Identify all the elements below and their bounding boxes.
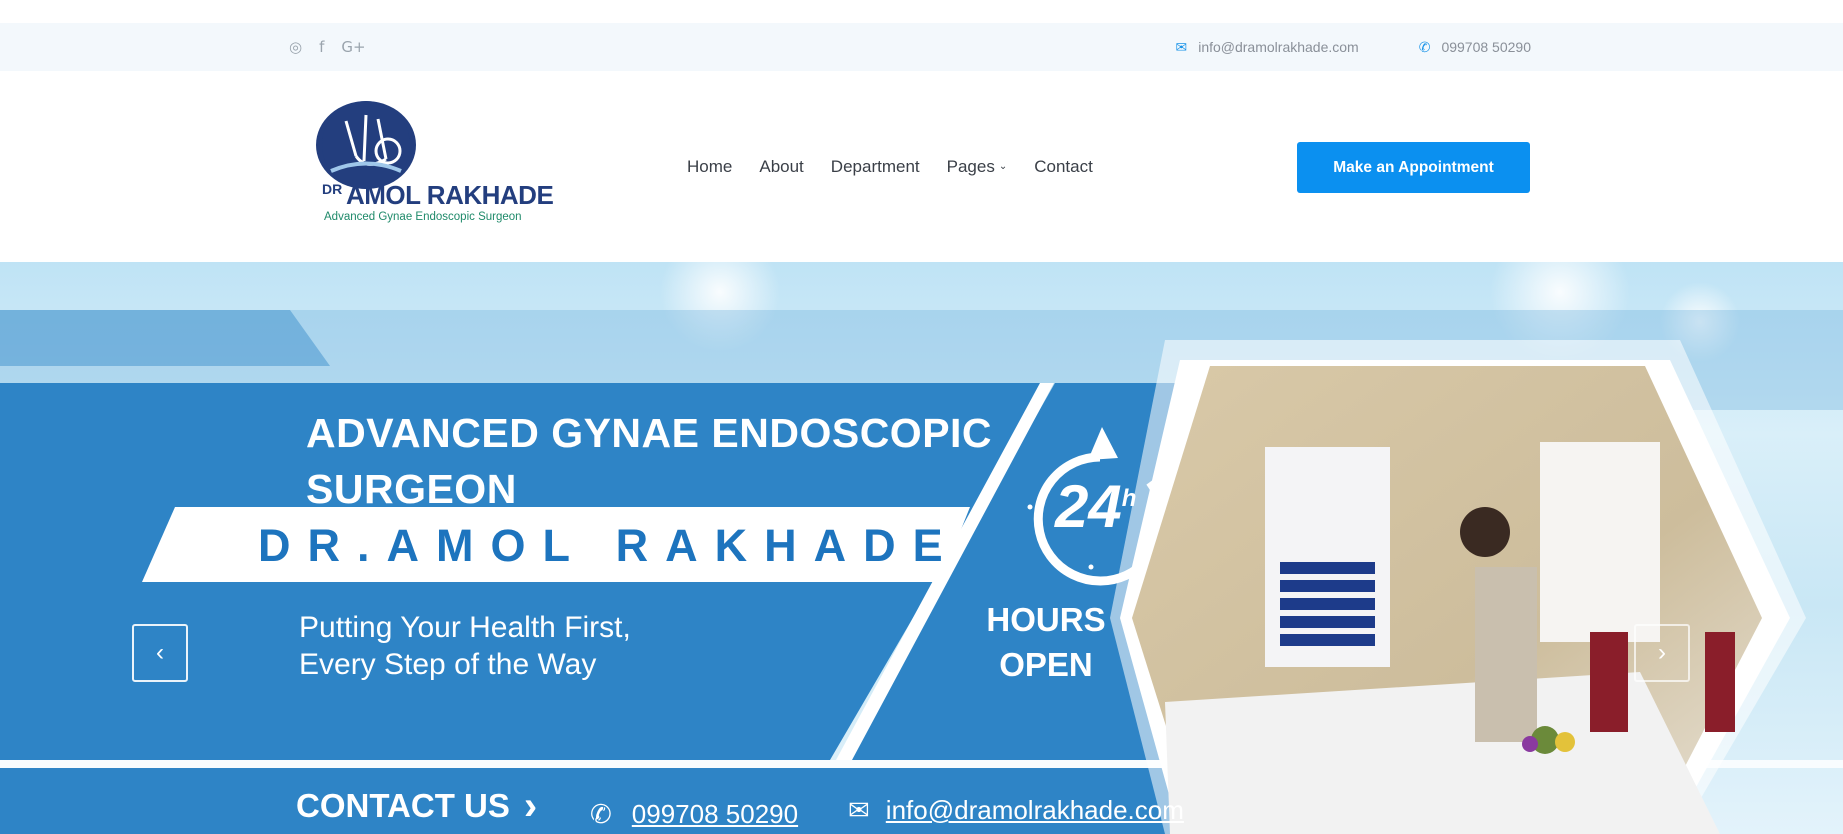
hero-doctor-name: DR.AMOL RAKHADE — [258, 520, 960, 571]
site-header: DR AMOL RAKHADE Advanced Gynae Endoscopi… — [0, 71, 1843, 262]
hero-tagline: Putting Your Health First, Every Step of… — [299, 609, 631, 683]
top-contact-info: ✉ info@dramolrakhade.com ✆ 099708 50290 — [1175, 23, 1531, 71]
hero-banner: ADVANCED GYNAE ENDOSCOPIC SURGEON DR.AMO… — [0, 262, 1843, 834]
envelope-icon: ✉ — [848, 795, 870, 825]
chevron-right-icon: › — [523, 783, 538, 828]
badge-sup: h — [1121, 485, 1137, 512]
nav-about[interactable]: About — [759, 157, 803, 177]
nav-contact[interactable]: Contact — [1034, 157, 1093, 177]
chevron-left-icon: ‹ — [156, 639, 164, 666]
hero-phone-number: 099708 50290 — [631, 799, 799, 829]
hero-24h-badge: 24h — [1055, 472, 1136, 541]
phone-icon: ✆ — [1418, 38, 1431, 55]
hero-contact-us: CONTACT US › — [296, 783, 538, 828]
logo-dr-text: DR — [322, 181, 343, 197]
hero-hours-open: HOURS OPEN — [970, 597, 1122, 687]
phone-icon: ✆ — [590, 799, 612, 829]
top-email-link[interactable]: ✉ info@dramolrakhade.com — [1175, 39, 1358, 56]
logo-name-text: AMOL RAKHADE — [346, 180, 554, 210]
logo-emblem — [316, 101, 416, 189]
hero-tagline-line2: Every Step of the Way — [299, 648, 597, 681]
hero-title: ADVANCED GYNAE ENDOSCOPIC SURGEON — [306, 405, 992, 517]
nav-home[interactable]: Home — [687, 157, 732, 177]
hours-line1: HOURS — [986, 601, 1106, 638]
nav-department[interactable]: Department — [831, 157, 920, 177]
hero-email-address: info@dramolrakhade.com — [885, 795, 1184, 825]
main-nav: Home About Department Pages ⌄ Contact — [687, 71, 1093, 262]
make-appointment-button[interactable]: Make an Appointment — [1297, 142, 1530, 193]
slider-prev-button[interactable]: ‹ — [132, 624, 188, 682]
nav-pages-label: Pages — [946, 156, 995, 176]
top-info-bar: ◎ f G+ ✉ info@dramolrakhade.com ✆ 099708… — [0, 23, 1843, 71]
top-email-text: info@dramolrakhade.com — [1198, 39, 1359, 55]
chevron-down-icon: ⌄ — [998, 161, 1008, 172]
nav-pages[interactable]: Pages ⌄ — [947, 157, 1008, 177]
envelope-icon: ✉ — [1175, 38, 1188, 55]
logo-subtitle: Advanced Gynae Endoscopic Surgeon — [324, 211, 522, 223]
top-phone-link[interactable]: ✆ 099708 50290 — [1419, 39, 1531, 56]
facebook-icon[interactable]: f — [319, 38, 324, 56]
instagram-icon[interactable]: ◎ — [289, 38, 302, 56]
badge-number: 24 — [1055, 473, 1122, 540]
contact-us-label: CONTACT US — [296, 787, 510, 824]
slider-next-button[interactable]: › — [1634, 624, 1690, 682]
hero-title-line2: SURGEON — [306, 466, 517, 512]
hero-title-line1: ADVANCED GYNAE ENDOSCOPIC — [306, 410, 993, 456]
hero-tagline-line1: Putting Your Health First, — [299, 611, 631, 644]
top-phone-text: 099708 50290 — [1441, 39, 1531, 55]
site-logo[interactable]: DR AMOL RAKHADE Advanced Gynae Endoscopi… — [316, 101, 556, 226]
hero-email-link[interactable]: ✉ info@dramolrakhade.com — [848, 795, 1184, 826]
google-plus-icon[interactable]: G+ — [341, 38, 365, 56]
hero-phone-link[interactable]: ✆ 099708 50290 — [590, 799, 798, 830]
hours-line2: OPEN — [999, 646, 1093, 683]
chevron-right-icon: › — [1658, 639, 1666, 666]
social-links: ◎ f G+ — [289, 23, 366, 71]
